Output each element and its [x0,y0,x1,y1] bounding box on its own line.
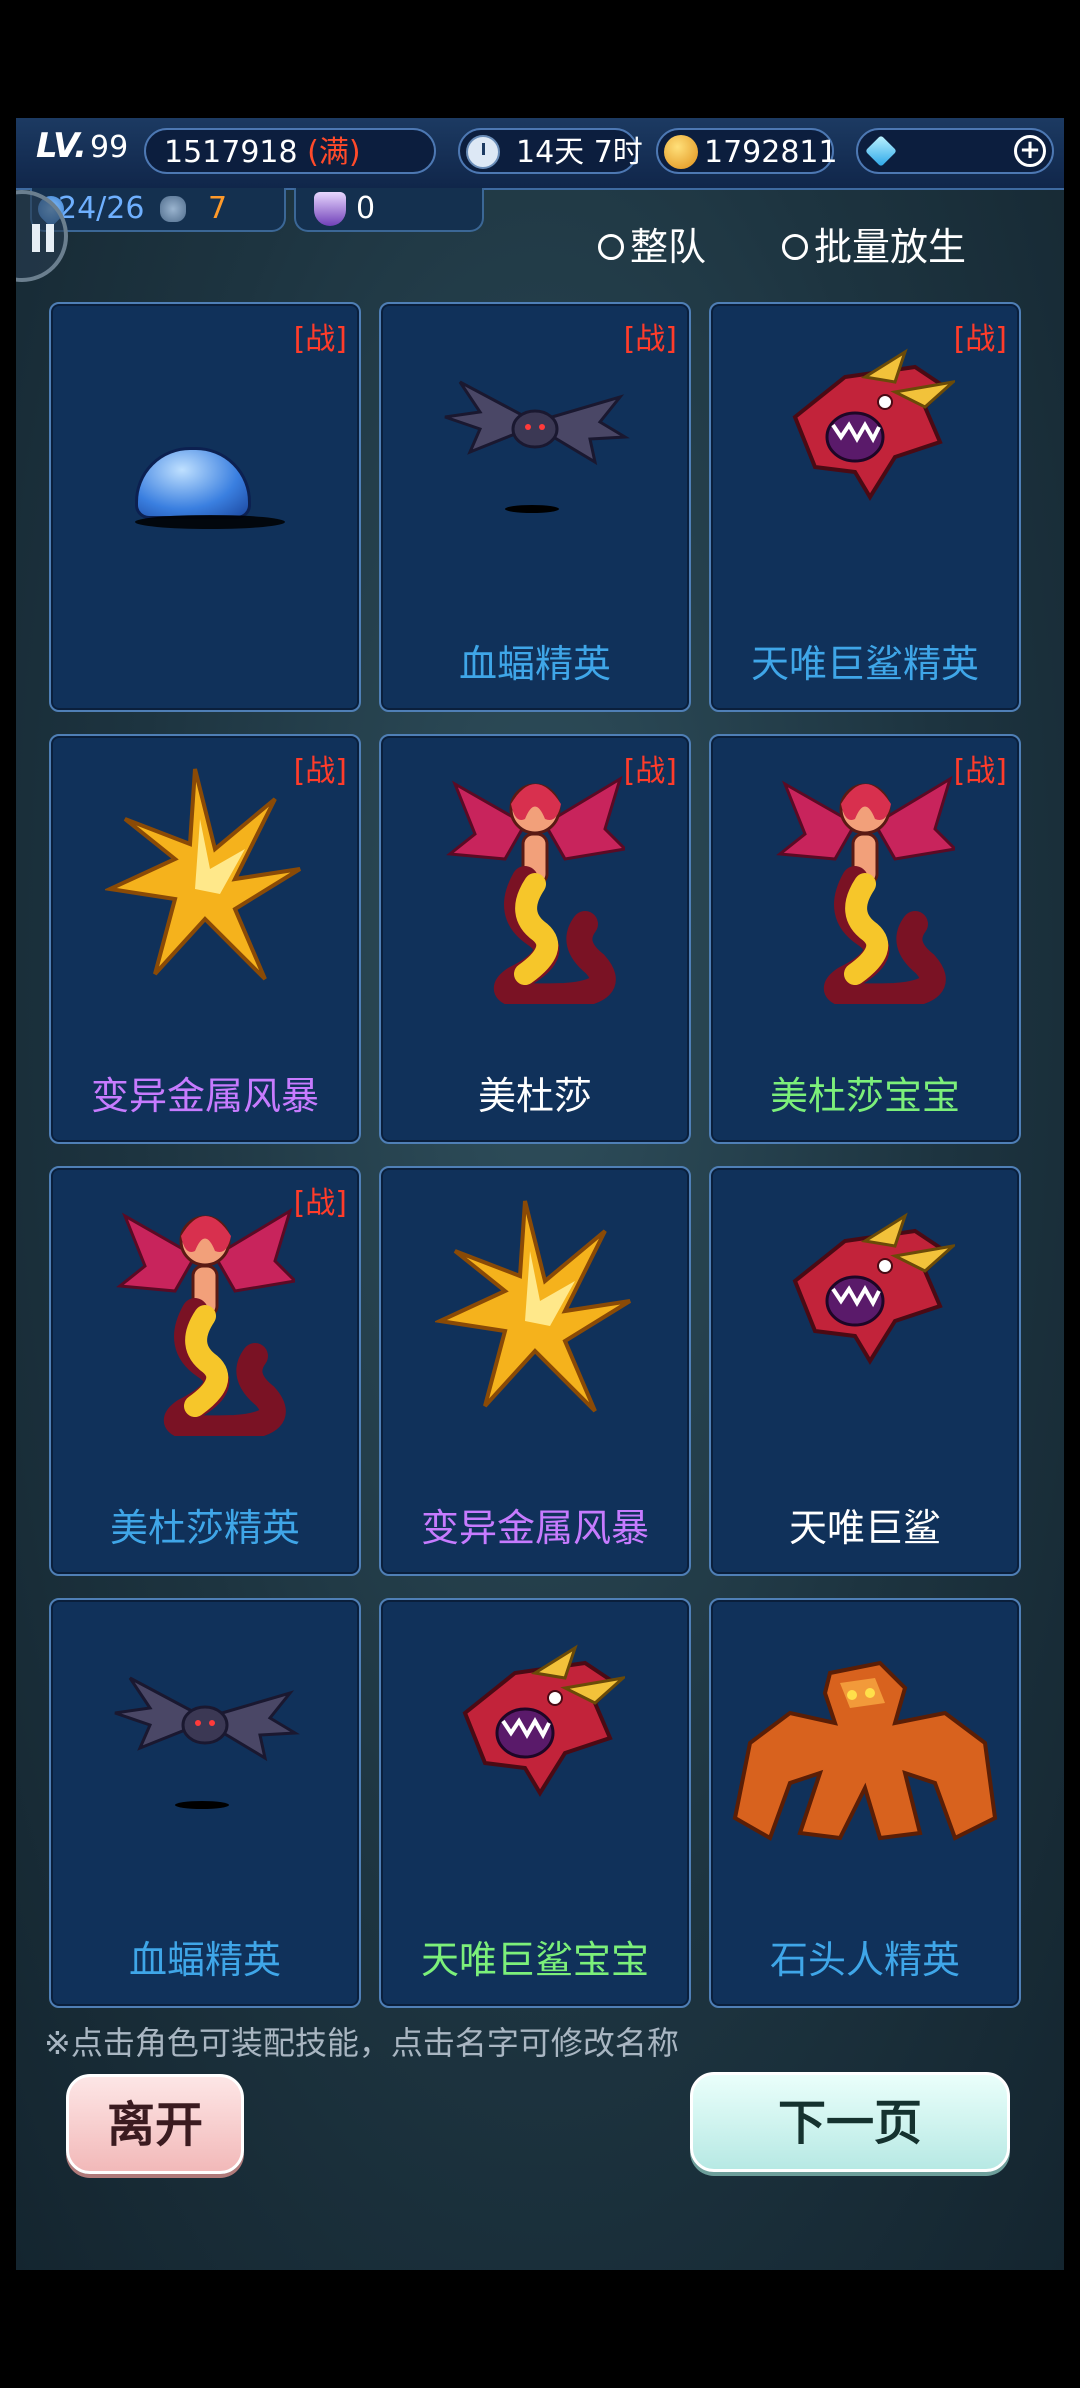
pet-card[interactable]: [战] 美杜莎宝宝 [709,734,1021,1144]
pet-name[interactable]: 美杜莎宝宝 [711,1065,1019,1120]
release-radio[interactable] [782,233,808,260]
battle-badge: [战] [953,322,1007,357]
blue-slime-sprite [135,447,251,519]
pet-name[interactable]: 石头人精英 [711,1929,1019,1984]
shield-icon [314,192,346,226]
battle-badge: [战] [293,1186,347,1221]
battle-badge: [战] [623,754,677,789]
metal-storm-sprite [105,768,302,981]
leave-button[interactable]: 离开 [66,2074,244,2174]
battle-badge: [战] [623,322,677,357]
bat-sprite [114,1676,300,1762]
pet-card[interactable]: 石头人精英 [709,1598,1021,2008]
level-value: 99 [90,130,129,165]
sprite-shadow [135,515,285,529]
battle-badge: [战] [293,322,347,357]
pet-card[interactable]: 天唯巨鲨宝宝 [379,1598,691,2008]
sprite-shadow [175,1801,229,1809]
exp-full-tag: (满) [307,135,361,170]
gem-icon [865,135,897,167]
shark-sprite [792,348,955,501]
release-option-label: 批量放生 [814,225,967,269]
plus-icon[interactable]: + [1014,135,1046,167]
gem-display: + [856,128,1054,174]
pet-name[interactable]: 天唯巨鲨精英 [711,633,1019,688]
pet-card[interactable]: [战] 变异金属风暴 [49,734,361,1144]
pet-card[interactable]: 变异金属风暴 [379,1166,691,1576]
pet-name[interactable]: 美杜莎 [381,1065,689,1120]
shark-sprite [462,1644,625,1797]
shark-sprite [792,1212,955,1365]
sprite-shadow [505,505,559,513]
team-option-label: 整队 [630,225,707,269]
soul-icon [160,196,186,222]
level-label: LV. [36,126,87,166]
pet-card[interactable]: 天唯巨鲨 [709,1166,1021,1576]
pet-name[interactable]: 天唯巨鲨宝宝 [381,1929,689,1984]
medusa-sprite [116,1207,295,1436]
pet-card[interactable]: [战] [49,302,361,712]
pet-card[interactable]: [战] 美杜莎 [379,734,691,1144]
pet-card[interactable]: [战] 血蝠精英 [379,302,691,712]
batch-release-option[interactable]: 批量放生 [782,222,966,272]
medusa-sprite [446,775,625,1004]
pet-card[interactable]: [战] 美杜莎精英 [49,1166,361,1576]
metal-storm-sprite [435,1200,632,1413]
time-display: 14天 7时 [458,128,643,174]
pet-name[interactable]: 变异金属风暴 [381,1497,689,1552]
exp-value: 1517918 [164,135,298,170]
time-value: 14天 7时 [516,135,643,170]
pet-list-screen: LV. 99 1517918 (满) 14天 7时 1792811 + 24/2… [16,118,1064,2270]
team-radio[interactable] [598,233,624,260]
next-page-button[interactable]: 下一页 [690,2072,1010,2172]
battle-badge: [战] [953,754,1007,789]
pet-name[interactable]: 美杜莎精英 [51,1497,359,1552]
capacity-value: 24/26 [58,191,145,226]
mark-display: 0 [294,188,484,232]
gold-value: 1792811 [704,135,838,170]
coin-icon [664,135,698,169]
marks-value: 0 [356,191,376,226]
pet-card[interactable]: [战] 天唯巨鲨精英 [709,302,1021,712]
hint-text: ※点击角色可装配技能，点击名字可修改名称 [44,2024,679,2062]
exp-display: 1517918 (满) [144,128,436,174]
pet-name[interactable]: 血蝠精英 [381,633,689,688]
bat-sprite [444,380,630,466]
secondary-status-row: 24/26 7 0 [16,188,496,236]
pet-card[interactable]: 血蝠精英 [49,1598,361,2008]
clock-icon [466,135,500,169]
pet-name[interactable]: 变异金属风暴 [51,1065,359,1120]
pet-capacity-display: 24/26 7 [30,188,286,232]
top-status-bar: LV. 99 1517918 (满) 14天 7时 1792811 + [16,118,1064,190]
team-option[interactable]: 整队 [598,222,706,272]
pet-name[interactable]: 血蝠精英 [51,1929,359,1984]
stone-golem-sprite [732,1660,998,1841]
gold-display: 1792811 [656,128,838,174]
pet-name[interactable]: 天唯巨鲨 [711,1497,1019,1552]
souls-value: 7 [208,191,228,226]
medusa-sprite [776,775,955,1004]
